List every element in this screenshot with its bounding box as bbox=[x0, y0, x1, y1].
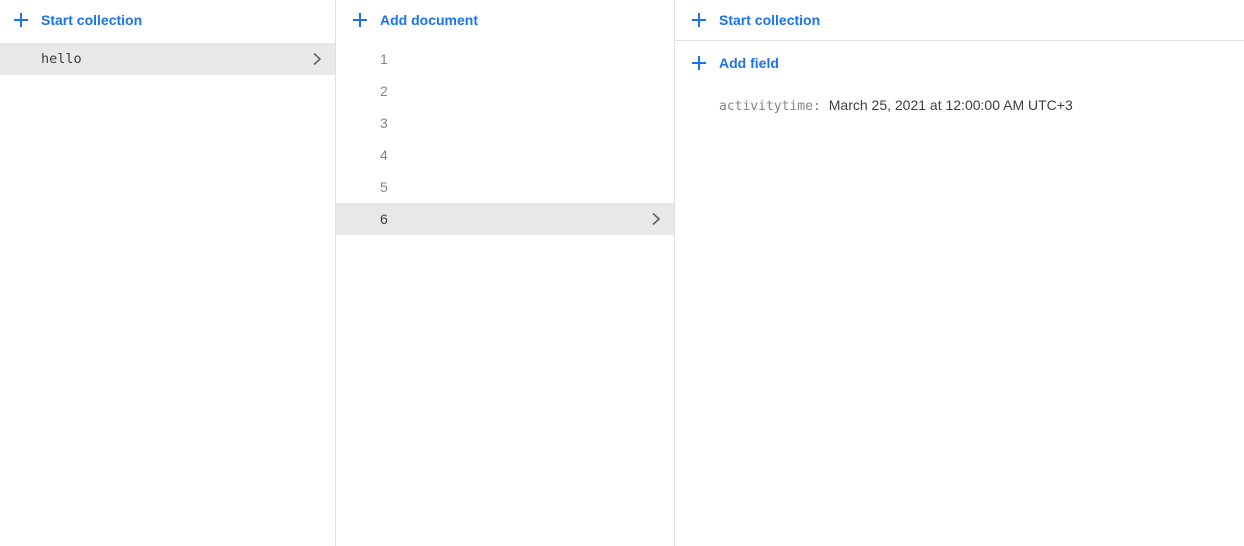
document-id: 4 bbox=[380, 147, 388, 163]
start-subcollection-label: Start collection bbox=[719, 12, 821, 28]
plus-icon bbox=[351, 11, 369, 29]
document-item-3[interactable]: 3 bbox=[336, 107, 674, 139]
firestore-data-panels: Start collection hello Add document 1 2 … bbox=[0, 0, 1244, 546]
add-document-label: Add document bbox=[380, 12, 478, 28]
document-item-6[interactable]: 6 bbox=[336, 203, 674, 235]
field-value: March 25, 2021 at 12:00:00 AM UTC+3 bbox=[828, 97, 1073, 113]
start-collection-button[interactable]: Start collection bbox=[0, 0, 335, 40]
add-field-button[interactable]: Add field bbox=[675, 41, 1244, 85]
field-key: activitytime: bbox=[719, 99, 821, 114]
collection-name: hello bbox=[41, 51, 82, 67]
document-fields-panel: Start collection Add field activitytime:… bbox=[675, 0, 1244, 546]
document-item-5[interactable]: 5 bbox=[336, 171, 674, 203]
plus-icon bbox=[690, 54, 708, 72]
document-id: 2 bbox=[380, 83, 388, 99]
document-item-2[interactable]: 2 bbox=[336, 75, 674, 107]
chevron-right-icon bbox=[650, 212, 662, 226]
chevron-right-icon bbox=[311, 52, 323, 66]
document-item-1[interactable]: 1 bbox=[336, 43, 674, 75]
start-subcollection-button[interactable]: Start collection bbox=[675, 0, 1244, 40]
add-field-label: Add field bbox=[719, 55, 779, 71]
document-item-4[interactable]: 4 bbox=[336, 139, 674, 171]
field-row-activitytime[interactable]: activitytime: March 25, 2021 at 12:00:00… bbox=[675, 97, 1244, 114]
document-id: 5 bbox=[380, 179, 388, 195]
documents-panel: Add document 1 2 3 4 5 6 bbox=[336, 0, 675, 546]
document-id: 1 bbox=[380, 51, 388, 67]
document-id: 6 bbox=[380, 211, 388, 227]
collection-item-hello[interactable]: hello bbox=[0, 43, 335, 75]
document-id: 3 bbox=[380, 115, 388, 131]
start-collection-label: Start collection bbox=[41, 12, 143, 28]
add-document-button[interactable]: Add document bbox=[336, 0, 674, 40]
document-list: 1 2 3 4 5 6 bbox=[336, 43, 674, 235]
plus-icon bbox=[690, 11, 708, 29]
plus-icon bbox=[12, 11, 30, 29]
collections-panel: Start collection hello bbox=[0, 0, 336, 546]
